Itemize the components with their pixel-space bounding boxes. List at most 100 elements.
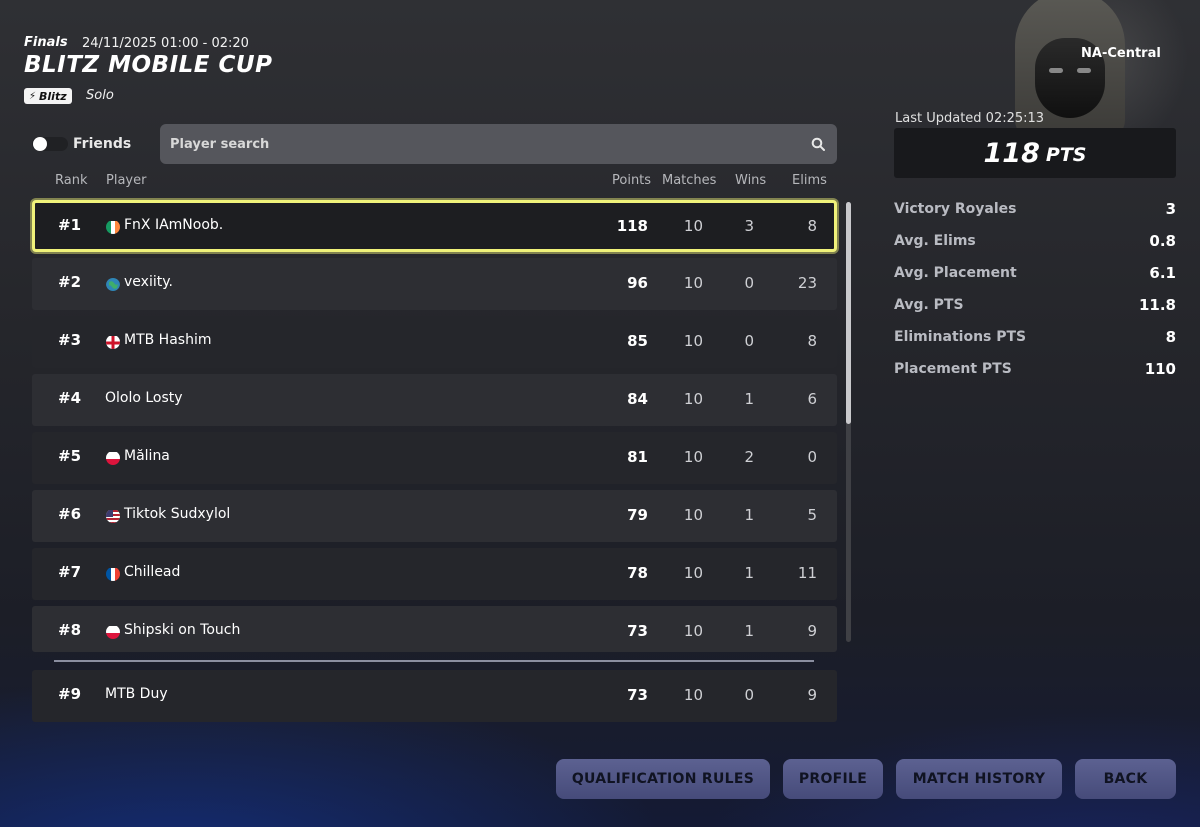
row-points: 84 [627,390,648,408]
tag-label: Blitz [39,89,67,103]
stat-value: 6.1 [1149,264,1176,282]
stat-value: 11.8 [1138,296,1176,314]
row-points: 81 [627,448,648,466]
own-player-row[interactable]: #9 MTB Duy 73 10 0 9 [32,670,837,722]
globe-flag-icon [106,277,120,291]
stat-value: 110 [1144,360,1176,378]
row-elims: 9 [807,686,817,704]
friends-label: Friends [73,136,132,152]
blitz-logo-icon: ⚡︎ [29,90,37,102]
row-player-name: Chillead [124,564,181,580]
row-points: 118 [616,217,648,235]
total-points-unit: PTS [1045,144,1087,166]
leaderboard-row[interactable]: #5 Mălina 81 10 2 0 [32,432,837,484]
leaderboard-scrollbar[interactable] [846,202,851,642]
row-rank: #7 [58,563,82,581]
mode-label: Solo [86,88,114,103]
row-matches: 10 [683,332,703,350]
divider [54,660,814,662]
stat-value: 3 [1165,200,1176,218]
row-elims: 8 [807,217,817,235]
column-header-rank: Rank [55,173,88,188]
row-points: 78 [627,564,648,582]
row-points: 96 [627,274,648,292]
column-header-matches: Matches [662,173,717,188]
row-rank: #6 [58,505,82,523]
row-wins: 1 [744,564,754,582]
last-updated: Last Updated 02:25:13 [895,111,1045,126]
stat-value: 8 [1165,328,1176,346]
row-elims: 9 [807,622,817,640]
row-points: 85 [627,332,648,350]
row-player-name: Ololo Losty [105,390,183,406]
row-elims: 0 [807,448,817,466]
row-player-name: vexiity. [124,274,173,290]
row-player-name: Mălina [124,448,170,464]
stat-label: Eliminations PTS [894,329,1027,345]
stat-label: Avg. PTS [894,297,964,313]
row-matches: 10 [683,448,703,466]
leaderboard-row[interactable]: #2 vexiity. 96 10 0 23 [32,258,837,310]
row-player-name: FnX IAmNoob. [124,217,224,233]
region-label: NA-Central [1081,46,1161,61]
column-header-points: Points [612,173,652,188]
stat-label: Avg. Elims [894,233,976,249]
event-date: 24/11/2025 01:00 - 02:20 [82,36,249,51]
leaderboard-row[interactable]: #7 Chillead 78 10 1 11 [32,548,837,600]
player-search-box[interactable] [160,124,837,164]
column-header-elims: Elims [792,173,827,188]
scrollbar-thumb[interactable] [846,202,851,424]
total-points-value: 118 [983,137,1040,169]
row-points: 79 [627,506,648,524]
blitz-tag-badge: ⚡︎ Blitz [24,88,72,104]
match-history-button[interactable]: MATCH HISTORY [896,759,1062,799]
row-matches: 10 [683,217,703,235]
row-points: 73 [627,686,648,704]
row-rank: #4 [58,389,82,407]
player-search-input[interactable] [170,124,790,164]
row-rank: #3 [58,331,82,349]
stage-label: Finals [24,35,68,50]
row-wins: 1 [744,506,754,524]
row-wins: 1 [744,622,754,640]
row-rank: #9 [58,685,82,703]
row-player-name: MTB Duy [105,686,168,702]
leaderboard-row[interactable]: #4 Ololo Losty 84 10 1 6 [32,374,837,426]
row-player-name: Tiktok Sudxylol [124,506,231,522]
row-wins: 2 [744,448,754,466]
row-wins: 1 [744,390,754,408]
search-icon[interactable] [811,137,825,151]
row-rank: #5 [58,447,82,465]
poland-flag-icon [106,451,120,465]
row-matches: 10 [683,686,703,704]
row-wins: 0 [744,274,754,292]
row-rank: #1 [58,216,82,234]
stat-label: Placement PTS [894,361,1012,377]
row-elims: 5 [807,506,817,524]
usa-flag-icon [106,509,120,523]
row-matches: 10 [683,274,703,292]
profile-button[interactable]: PROFILE [783,759,883,799]
row-elims: 8 [807,332,817,350]
row-wins: 0 [744,686,754,704]
row-elims: 23 [797,274,817,292]
row-matches: 10 [683,622,703,640]
ireland-flag-icon [106,220,120,234]
toggle-knob [33,137,47,151]
row-wins: 3 [744,217,754,235]
row-rank: #2 [58,273,82,291]
leaderboard-row[interactable]: #3 MTB Hashim 85 10 0 8 [32,316,837,368]
friends-toggle[interactable] [32,137,68,151]
leaderboard-row[interactable]: #8 Shipski on Touch 73 10 1 9 [32,606,837,652]
leaderboard-row[interactable]: #1 FnX IAmNoob. 118 10 3 8 [32,200,837,252]
leaderboard-row[interactable]: #6 Tiktok Sudxylol 79 10 1 5 [32,490,837,542]
qualification-rules-button[interactable]: QUALIFICATION RULES [556,759,770,799]
row-matches: 10 [683,564,703,582]
row-matches: 10 [683,390,703,408]
back-button[interactable]: BACK [1075,759,1176,799]
stat-label: Avg. Placement [894,265,1017,281]
row-player-name: Shipski on Touch [124,622,241,638]
total-points-box: 118 PTS [894,128,1176,178]
stat-label: Victory Royales [894,201,1017,217]
poland-flag-icon [106,625,120,639]
